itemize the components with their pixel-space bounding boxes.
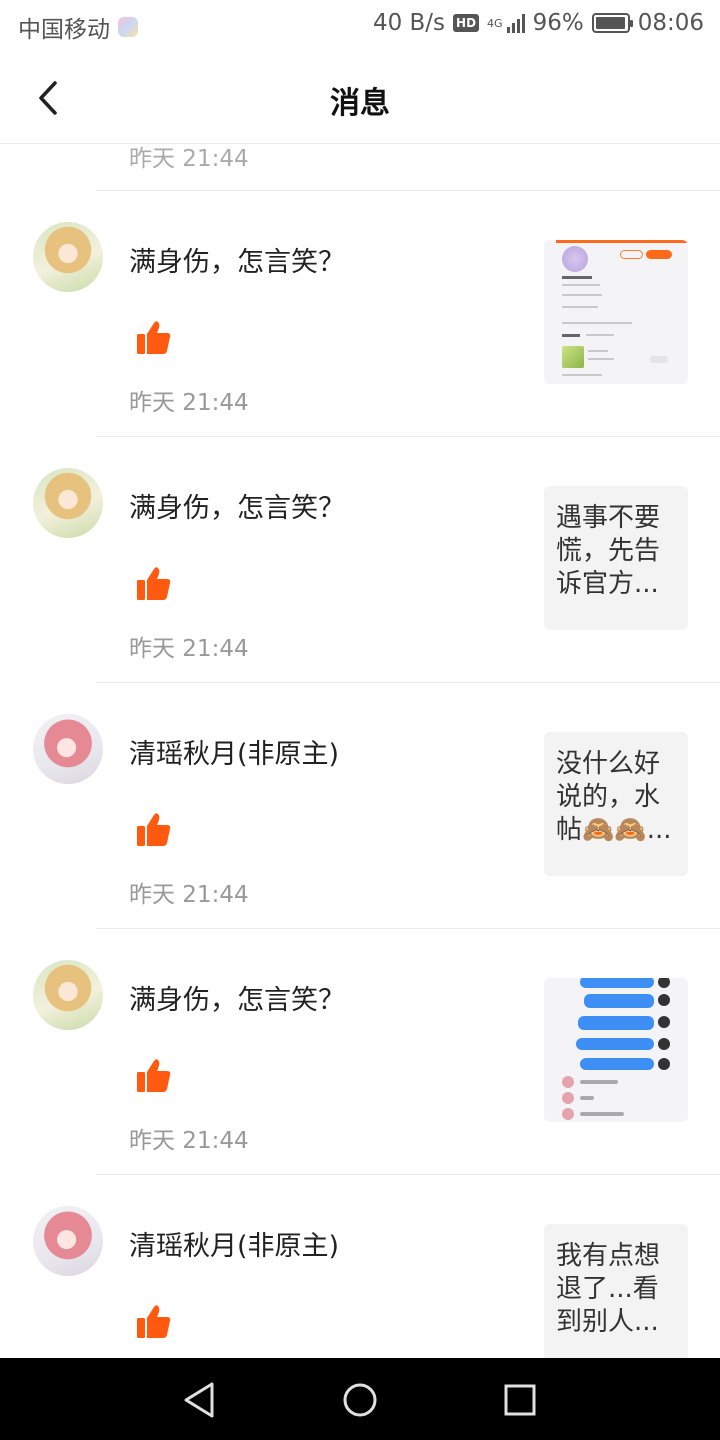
user-name[interactable]: 满身伤，怎言笑？ — [129, 240, 345, 279]
thumbs-up-icon — [137, 321, 171, 354]
status-indicators: 40 B/s HD 4G 96% 08:06 — [373, 10, 704, 36]
battery-percent: 96% — [532, 10, 584, 36]
signal-icon — [506, 13, 525, 33]
triangle-back-icon[interactable] — [178, 1378, 222, 1422]
status-bar: 中国移动 40 B/s HD 4G 96% 08:06 — [0, 0, 720, 50]
network-speed: 40 B/s — [372, 10, 446, 36]
divider — [96, 436, 720, 437]
divider — [96, 928, 720, 929]
thumbnail-follow-button — [620, 250, 643, 259]
message-list[interactable]: 昨天 21:44 满身伤，怎言笑？ 昨天 21:44 满身伤，怎言笑？ 昨天 2… — [0, 145, 720, 1358]
thumbnail-friend-button — [646, 250, 672, 259]
network-type: 4G — [487, 16, 503, 30]
thumbs-up-icon — [137, 813, 171, 846]
profile-screenshot-thumbnail[interactable] — [544, 240, 688, 384]
timestamp: 昨天 21:44 — [129, 390, 249, 416]
battery-icon — [591, 13, 633, 33]
system-nav-bar — [0, 1358, 720, 1440]
post-preview-text[interactable]: 遇事不要慌，先告诉官方... — [544, 486, 688, 630]
user-name[interactable]: 满身伤，怎言笑？ — [129, 978, 345, 1017]
thumbnail-game-icon — [562, 346, 584, 368]
timestamp: 昨天 21:44 — [129, 1128, 249, 1154]
hd-icon: HD — [453, 14, 480, 32]
user-name[interactable]: 清瑶秋月(非原主) — [129, 732, 339, 771]
avatar[interactable] — [33, 468, 103, 538]
page-title: 消息 — [330, 86, 390, 121]
avatar[interactable] — [33, 714, 103, 784]
avatar[interactable] — [33, 1206, 103, 1276]
divider — [96, 1174, 720, 1175]
user-name[interactable]: 满身伤，怎言笑？ — [129, 486, 345, 525]
list-item[interactable]: 清瑶秋月(非原主) 昨天 21:44 没什么好说的，水帖🙈🙈... — [0, 682, 720, 928]
user-name[interactable]: 清瑶秋月(非原主) — [129, 1224, 339, 1263]
post-preview-text[interactable]: 没什么好说的，水帖🙈🙈... — [544, 732, 688, 876]
chat-screenshot-thumbnail[interactable] — [544, 978, 688, 1122]
list-item[interactable]: 清瑶秋月(非原主) 我有点想退了...看到别人... — [0, 1174, 720, 1358]
thumbnail-avatar — [562, 246, 588, 272]
avatar[interactable] — [33, 960, 103, 1030]
thumbs-up-icon — [137, 567, 171, 600]
divider — [96, 682, 720, 683]
avatar[interactable] — [33, 222, 103, 292]
list-item[interactable]: 满身伤，怎言笑？ 昨天 21:44 — [0, 928, 720, 1174]
timestamp: 昨天 21:44 — [129, 636, 249, 662]
square-recents-icon[interactable] — [498, 1378, 542, 1422]
clock: 08:06 — [637, 10, 704, 36]
carrier-app-icon — [118, 17, 138, 37]
carrier-name: 中国移动 — [18, 17, 110, 43]
network-type-icon: 4G — [487, 18, 503, 29]
carrier: 中国移动 — [18, 10, 138, 44]
app-header: 消息 — [0, 50, 720, 144]
circle-home-icon[interactable] — [338, 1378, 382, 1422]
thumbs-up-icon — [137, 1305, 171, 1338]
previous-item-time: 昨天 21:44 — [129, 146, 249, 172]
divider — [96, 190, 720, 191]
list-item[interactable]: 满身伤，怎言笑？ 昨天 21:44 遇事不要慌，先告诉官方... — [0, 436, 720, 682]
timestamp: 昨天 21:44 — [129, 882, 249, 908]
thumbs-up-icon — [137, 1059, 171, 1092]
post-preview-text[interactable]: 我有点想退了...看到别人... — [544, 1224, 688, 1358]
list-item[interactable]: 满身伤，怎言笑？ 昨天 21:44 — [0, 190, 720, 436]
battery-fill — [595, 17, 625, 29]
